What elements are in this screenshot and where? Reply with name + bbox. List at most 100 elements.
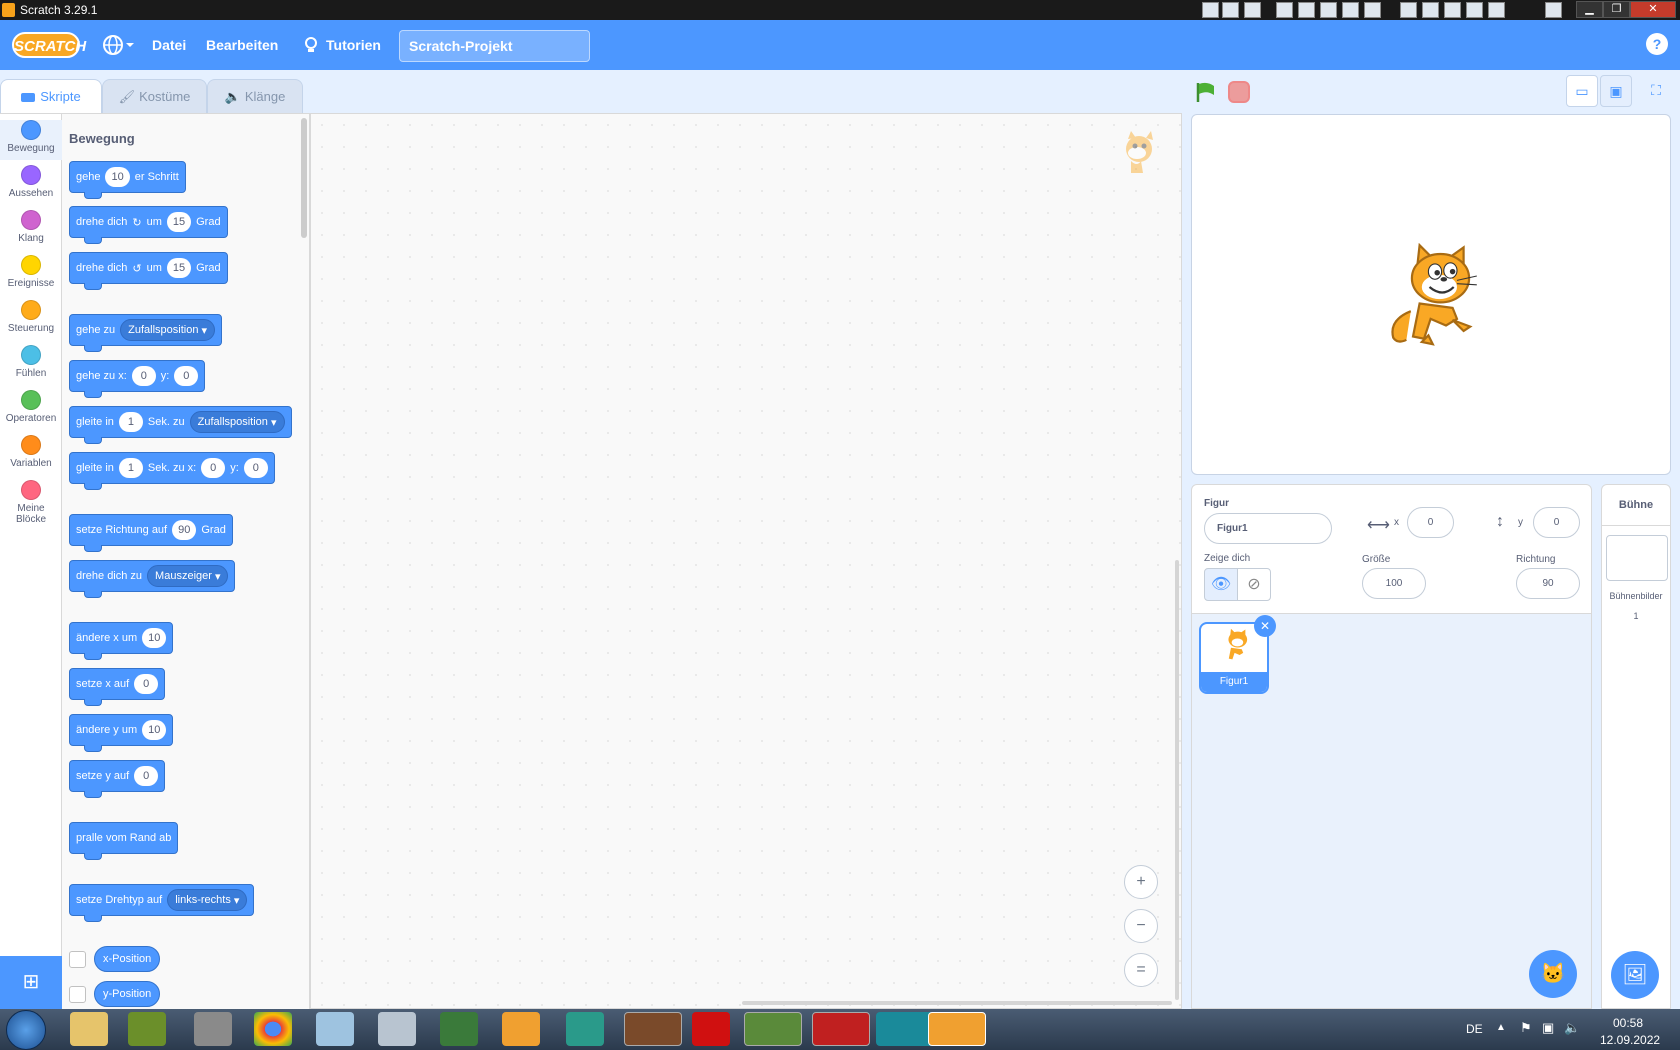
toolbar-app-icon[interactable] <box>1422 2 1439 18</box>
backdrop-thumbnail[interactable] <box>1606 535 1668 581</box>
category-sensing[interactable]: Fühlen <box>0 345 62 379</box>
toolbar-app-icon[interactable] <box>1276 2 1293 18</box>
block-bounce[interactable]: pralle vom Rand ab <box>69 822 179 860</box>
delete-sprite-button[interactable]: ✕ <box>1254 615 1276 637</box>
media-player-taskbar-icon[interactable] <box>502 1012 540 1046</box>
app-taskbar-icon[interactable] <box>194 1012 232 1046</box>
show-sprite-button[interactable]: 👁 <box>1204 568 1238 601</box>
toolbar-app-icon[interactable] <box>1202 2 1219 18</box>
project-title-input[interactable]: Scratch-Projekt <box>399 30 590 62</box>
volume-icon[interactable]: 🔈 <box>1564 1020 1580 1036</box>
block-point-towards[interactable]: drehe dich zu Mauszeiger ▾ <box>69 560 236 598</box>
block-input[interactable]: 10 <box>142 628 167 648</box>
app-taskbar-icon[interactable] <box>744 1012 802 1046</box>
zoom-in-button[interactable]: + <box>1124 865 1158 899</box>
size-input[interactable]: 100 <box>1362 568 1426 599</box>
menu-file[interactable]: Datei <box>152 37 186 53</box>
language-indicator[interactable]: DE <box>1466 1022 1483 1036</box>
block-input[interactable]: 15 <box>166 258 192 278</box>
block-input[interactable]: 1 <box>118 412 143 432</box>
block-rotation-style[interactable]: setze Drehtyp auf links-rechts ▾ <box>69 884 255 922</box>
block-goto[interactable]: gehe zu Zufallsposition ▾ <box>69 314 223 352</box>
scratch-logo[interactable]: SCRATCH <box>12 32 86 58</box>
arduino-taskbar-icon[interactable] <box>876 1012 934 1046</box>
palette-scrollbar[interactable] <box>301 118 307 238</box>
zoom-out-button[interactable]: − <box>1124 909 1158 943</box>
block-input[interactable]: 0 <box>134 766 159 786</box>
sprite-name-input[interactable]: Figur1 <box>1204 513 1332 544</box>
toolbar-app-icon[interactable] <box>1320 2 1337 18</box>
y-input[interactable]: 0 <box>1533 507 1580 538</box>
toolbar-app-icon[interactable] <box>1466 2 1483 18</box>
block-change-y[interactable]: ändere y um 10 <box>69 714 174 752</box>
block-input[interactable]: 0 <box>134 674 159 694</box>
block-dropdown[interactable]: Mauszeiger ▾ <box>147 565 229 587</box>
category-control[interactable]: Steuerung <box>0 300 62 334</box>
close-window-button[interactable]: ✕ <box>1630 1 1676 18</box>
hide-sprite-button[interactable]: ⊘ <box>1237 568 1271 601</box>
direction-input[interactable]: 90 <box>1516 568 1580 599</box>
start-button[interactable] <box>6 1010 46 1050</box>
small-stage-button[interactable]: ▭ <box>1566 75 1598 107</box>
clock-time[interactable]: 00:58 <box>1613 1016 1643 1030</box>
category-variables[interactable]: Variablen <box>0 435 62 469</box>
block-input[interactable]: 10 <box>142 720 167 740</box>
app-taskbar-icon[interactable] <box>812 1012 870 1046</box>
minimize-button[interactable]: ▁ <box>1576 1 1603 18</box>
toolbar-app-icon[interactable] <box>1545 2 1562 18</box>
restore-button[interactable]: ❐ <box>1603 1 1630 18</box>
scratch-taskbar-icon[interactable] <box>928 1012 986 1046</box>
block-set-x[interactable]: setze x auf 0 <box>69 668 166 706</box>
block-input[interactable]: 0 <box>201 458 226 478</box>
menu-edit[interactable]: Bearbeiten <box>206 37 278 53</box>
category-sound[interactable]: Klang <box>0 210 62 244</box>
toolbar-app-icon[interactable] <box>1342 2 1359 18</box>
block-input[interactable]: 0 <box>174 366 199 386</box>
language-menu[interactable] <box>102 33 134 57</box>
toolbar-app-icon[interactable] <box>1364 2 1381 18</box>
stage-canvas[interactable] <box>1191 114 1671 475</box>
clock-date[interactable]: 12.09.2022 <box>1600 1033 1660 1047</box>
block-change-x[interactable]: ändere x um 10 <box>69 622 174 660</box>
toolbar-app-icon[interactable] <box>1400 2 1417 18</box>
category-motion[interactable]: Bewegung <box>0 120 62 160</box>
zoom-reset-button[interactable]: = <box>1124 953 1158 987</box>
tab-scripts[interactable]: Skripte <box>0 79 102 114</box>
tab-costumes[interactable]: 🖌 Kostüme <box>102 79 207 113</box>
block-input[interactable]: 0 <box>243 458 268 478</box>
script-area[interactable] <box>310 113 1182 1009</box>
block-turn-left[interactable]: drehe dich ↺ um 15 Grad <box>69 252 228 290</box>
script-hscrollbar[interactable] <box>742 1001 1172 1005</box>
block-input[interactable]: 15 <box>166 212 192 232</box>
x-position-checkbox[interactable] <box>69 951 86 968</box>
block-input[interactable]: 90 <box>172 520 197 540</box>
network-icon[interactable]: ▣ <box>1542 1020 1554 1036</box>
block-input[interactable]: 10 <box>105 167 130 187</box>
reporter-y-position[interactable]: y-Position <box>94 981 161 1007</box>
block-input[interactable]: 0 <box>131 366 156 386</box>
category-my-blocks[interactable]: Meine Blöcke <box>0 480 62 525</box>
choose-sprite-button[interactable]: 🐱 <box>1529 950 1577 998</box>
app-taskbar-icon[interactable] <box>566 1012 604 1046</box>
category-operators[interactable]: Operatoren <box>0 390 62 424</box>
toolbar-app-icon[interactable] <box>1298 2 1315 18</box>
block-move-steps[interactable]: gehe 10 er Schritt <box>69 161 186 199</box>
add-extension-button[interactable]: ⊞ <box>0 956 62 1009</box>
flag-icon[interactable]: ⚑ <box>1520 1020 1532 1036</box>
chrome-taskbar-icon[interactable] <box>254 1012 292 1046</box>
stop-button[interactable] <box>1228 81 1250 103</box>
toolbar-app-icon[interactable] <box>1244 2 1261 18</box>
reporter-x-position[interactable]: x-Position <box>94 946 161 972</box>
toolbar-app-icon[interactable] <box>1488 2 1505 18</box>
help-icon[interactable]: ? <box>1646 33 1668 55</box>
block-dropdown[interactable]: Zufallsposition ▾ <box>189 411 285 433</box>
block-input[interactable]: 1 <box>118 458 143 478</box>
app-taskbar-icon[interactable] <box>440 1012 478 1046</box>
explorer-taskbar-icon[interactable] <box>70 1012 108 1046</box>
tray-expand-icon[interactable]: ▲ <box>1496 1022 1506 1033</box>
green-flag-button[interactable] <box>1195 81 1217 108</box>
menu-tutorials[interactable]: Tutorien <box>326 37 381 53</box>
large-stage-button[interactable]: ▣ <box>1600 75 1632 107</box>
app-taskbar-icon[interactable] <box>316 1012 354 1046</box>
block-dropdown[interactable]: links-rechts ▾ <box>167 889 248 911</box>
